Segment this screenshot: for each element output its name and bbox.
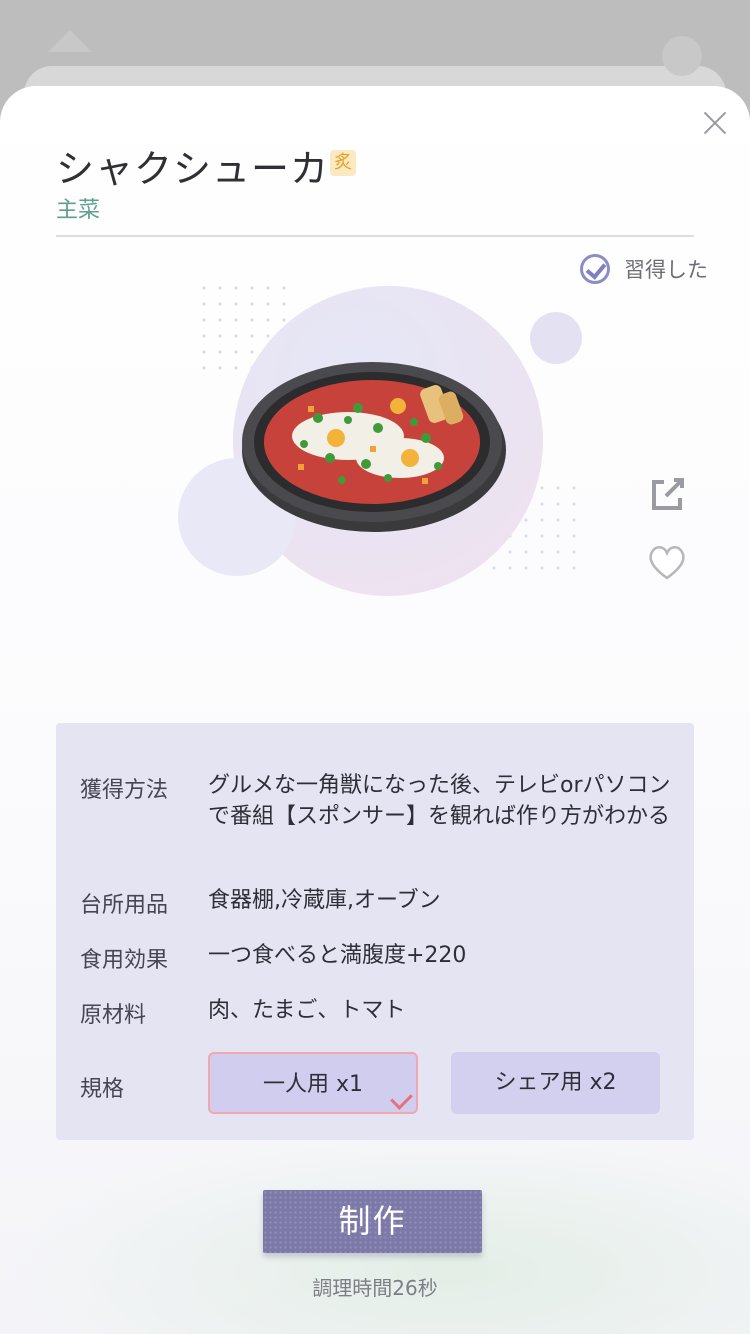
make-button[interactable]: 制作 [263,1190,482,1253]
cook-time-label: 調理時間26秒 [312,1276,438,1300]
dish-image [242,362,506,532]
spec-option-single[interactable]: 一人用 x1 [208,1052,418,1114]
detail-label: 台所用品 [80,893,169,918]
home-icon [48,30,92,52]
detail-value: 一つ食べると満腹度+220 [208,943,467,968]
learned-status: 習得した [580,252,708,286]
learned-label: 習得した [624,258,708,282]
detail-value: グルメな一角獣になった後、テレビorパソコンで番組【スポンサー】を観れば作り方が… [208,773,671,829]
detail-label: 食用効果 [80,948,169,973]
detail-label: 原材料 [80,1003,147,1028]
share-icon[interactable] [648,474,688,514]
title-divider [56,235,694,237]
decorative-circle [530,312,582,364]
close-icon[interactable] [700,108,730,138]
spec-label: 規格 [80,1077,125,1102]
check-circle-icon [580,254,610,284]
cooking-method-badge: 炙 [330,150,356,176]
detail-value: 食器棚,冷蔵庫,オーブン [208,888,441,913]
spec-option-share[interactable]: シェア用 x2 [451,1052,660,1114]
detail-value: 肉、たまご、トマト [208,998,406,1023]
detail-label: 獲得方法 [80,778,169,803]
avatar-icon [662,36,702,76]
recipe-category: 主菜 [56,198,101,223]
recipe-title: シャクシューカ [56,147,330,191]
heart-icon[interactable] [646,542,688,582]
